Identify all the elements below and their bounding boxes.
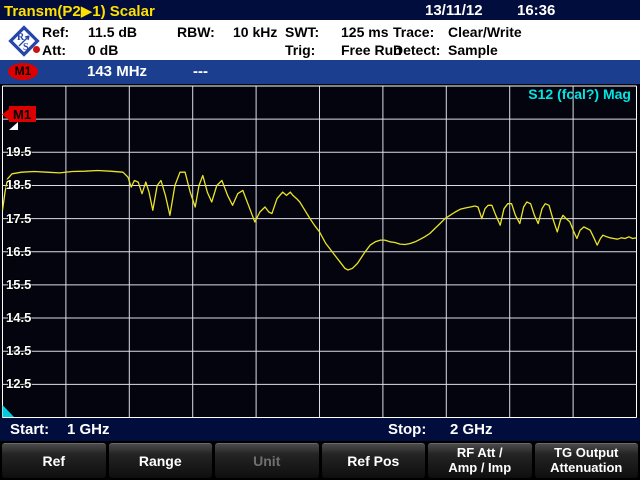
softkey-label: Ref Pos bbox=[347, 453, 399, 469]
ref-value: 11.5 dB bbox=[88, 24, 137, 40]
y-axis-tick-label: 19.5 bbox=[6, 144, 46, 160]
rbw-label: RBW: bbox=[177, 24, 233, 40]
trace-mode-label: S12 (fcal?) Mag bbox=[528, 86, 631, 102]
measurement-graph: M1 19.5 18.5 17.5 16.5 15.5 14.5 13.5 12.5 S12 … bbox=[0, 84, 640, 418]
title-bar: Transm(P2▶1) Scalar 13/11/12 16:36 bbox=[0, 0, 640, 20]
softkey-tg-output-attenuation[interactable]: TG OutputAttenuation bbox=[535, 443, 639, 478]
detect-setting: Detect:Sample bbox=[393, 42, 498, 58]
att-setting: Att:0 dB bbox=[42, 42, 118, 58]
rbw-value: 10 kHz bbox=[233, 24, 277, 40]
softkey-label: Unit bbox=[253, 453, 280, 469]
grid-lines bbox=[3, 86, 637, 418]
trace-value: Clear/Write bbox=[448, 24, 522, 40]
time-display: 16:36 bbox=[517, 2, 555, 19]
plot-svg: M1 bbox=[0, 84, 640, 418]
trace-setting: Trace:Clear/Write bbox=[393, 24, 522, 40]
marker-readout-bar: M1 143 MHz --- bbox=[0, 60, 640, 84]
softkey-range[interactable]: Range bbox=[109, 443, 213, 478]
detect-label: Detect: bbox=[393, 42, 448, 58]
att-label: Att: bbox=[42, 42, 88, 58]
y-axis-tick-label: 13.5 bbox=[6, 343, 46, 359]
softkey-ref[interactable]: Ref bbox=[2, 443, 106, 478]
y-axis-tick-label: 16.5 bbox=[6, 244, 46, 260]
trig-label: Trig: bbox=[285, 42, 341, 58]
start-value: 1 GHz bbox=[67, 421, 110, 438]
marker-frequency: 143 MHz bbox=[87, 63, 147, 80]
marker-amplitude: --- bbox=[193, 63, 208, 80]
svg-text:S: S bbox=[23, 42, 29, 53]
y-axis-tick-label: 18.5 bbox=[6, 177, 46, 193]
detect-value: Sample bbox=[448, 42, 498, 58]
softkey-ref-pos[interactable]: Ref Pos bbox=[322, 443, 426, 478]
marker-m1-flag-label: M1 bbox=[13, 107, 31, 122]
marker-m1-flag[interactable]: M1 bbox=[2, 106, 36, 130]
settings-band: R S Ref:11.5 dB Att:0 dB RBW:10 kHz SWT:… bbox=[0, 20, 640, 60]
swt-setting: SWT:125 ms bbox=[285, 24, 388, 40]
softkey-label: Ref bbox=[42, 453, 65, 469]
y-axis-tick-label: 12.5 bbox=[6, 376, 46, 392]
ref-label: Ref: bbox=[42, 24, 88, 40]
measurement-title: Transm(P2▶1) Scalar bbox=[4, 2, 155, 20]
softkey-label: Amp / Imp bbox=[448, 461, 511, 476]
softkey-unit: Unit bbox=[215, 443, 319, 478]
att-indicator-dot bbox=[33, 46, 40, 53]
y-axis-tick-label: 17.5 bbox=[6, 211, 46, 227]
ref-corner-icon bbox=[3, 405, 15, 417]
softkey-rf-att-amp-imp[interactable]: RF Att /Amp / Imp bbox=[428, 443, 532, 478]
stop-label: Stop: bbox=[388, 421, 426, 438]
att-value: 0 dB bbox=[88, 42, 118, 58]
ref-setting: Ref:11.5 dB bbox=[42, 24, 137, 40]
softkey-label: Range bbox=[139, 453, 182, 469]
frequency-bar: Start: 1 GHz Stop: 2 GHz bbox=[0, 418, 640, 441]
analyzer-screen: Transm(P2▶1) Scalar 13/11/12 16:36 R S R… bbox=[0, 0, 640, 480]
softkey-label: TG Output bbox=[554, 446, 618, 461]
marker-m1-badge[interactable]: M1 bbox=[8, 63, 38, 80]
rbw-setting: RBW:10 kHz bbox=[177, 24, 277, 40]
marker-position-icon bbox=[9, 122, 18, 130]
y-axis-tick-label: 14.5 bbox=[6, 310, 46, 326]
y-axis-tick-label: 15.5 bbox=[6, 277, 46, 293]
trace-label: Trace: bbox=[393, 24, 448, 40]
softkey-bar: RefRangeUnitRef PosRF Att /Amp / ImpTG O… bbox=[0, 441, 640, 480]
softkey-label: Attenuation bbox=[550, 461, 622, 476]
swt-label: SWT: bbox=[285, 24, 341, 40]
date-display: 13/11/12 bbox=[425, 2, 483, 19]
trig-setting: Trig:Free Run bbox=[285, 42, 402, 58]
softkey-label: RF Att / bbox=[457, 446, 503, 461]
start-label: Start: bbox=[10, 421, 49, 438]
stop-value: 2 GHz bbox=[450, 421, 493, 438]
swt-value: 125 ms bbox=[341, 24, 388, 40]
rs-logo: R S bbox=[6, 23, 42, 59]
